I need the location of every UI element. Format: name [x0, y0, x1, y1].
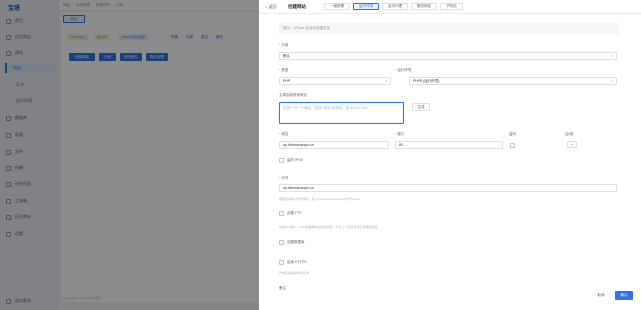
drawer-header: < 返回 创建网站 一键部署 运行环境 反向代理 静态网站 子网站: [259, 0, 641, 14]
drawer-title: 创建网站: [288, 4, 306, 9]
tab-sub-site[interactable]: 子网站: [440, 3, 463, 10]
cancel-button[interactable]: 取消: [593, 291, 609, 300]
https-column-label: 监听: [509, 132, 516, 136]
create-website-drawer: < 返回 创建网站 一键部署 运行环境 反向代理 静态网站 子网站 提示：1Pa…: [259, 0, 641, 310]
checkbox-box: [279, 260, 284, 265]
tab-reverse-proxy[interactable]: 反向代理: [382, 3, 408, 10]
generate-button[interactable]: 生成: [412, 103, 430, 111]
info-notice: 提示：1Panel 会自动创建目录: [279, 23, 619, 34]
https-checkbox[interactable]: [510, 143, 515, 148]
type-select-value: PHP: [283, 79, 291, 83]
code-input[interactable]: hp.dtmmohanym.cn: [279, 141, 389, 149]
group-select[interactable]: 默认 ▾: [279, 52, 617, 60]
ipv6-checkbox[interactable]: 监听 IPV6: [279, 158, 303, 163]
port-label: *端口: [395, 132, 405, 136]
https-enable-checkbox[interactable]: 启用 HTTPS: [279, 260, 306, 265]
domain-textarea[interactable]: 支持一行一个域名，支持*.域名/泛域名，如 a.b.c / *.b.c: [279, 102, 404, 124]
group-label: *分组: [279, 43, 289, 47]
runtime-select[interactable]: PHP8 (运行环境) ▾: [409, 77, 617, 85]
ipv6-checkbox-label: 监听 IPV6: [287, 158, 303, 162]
type-select[interactable]: PHP ▾: [279, 77, 391, 85]
checkbox-box: [279, 158, 284, 163]
code-label: *域名: [279, 132, 289, 136]
chevron-down-icon: ▾: [611, 54, 613, 58]
group-select-value: 默认: [283, 53, 290, 58]
database-checkbox-label: 创建数据库: [287, 240, 305, 244]
remark-label: 备注: [279, 286, 286, 290]
ftp-checkbox-label: 创建 FTP: [287, 211, 302, 215]
alias-hint: 网站目录将以代号命名，如 /opt/1panel/www/sites/代号/in…: [279, 197, 360, 201]
https-enable-label: 启用 HTTPS: [287, 260, 307, 264]
chevron-down-icon: ▾: [611, 79, 613, 83]
checkbox-box: [279, 240, 284, 245]
website-type-tabs: 一键部署 运行环境 反向代理 静态网站 子网站: [324, 3, 463, 10]
tab-one-click-deploy[interactable]: 一键部署: [324, 3, 350, 10]
ftp-checkbox[interactable]: 创建 FTP: [279, 211, 302, 216]
listen-label: 加/减: [565, 132, 573, 136]
port-input[interactable]: 80: [395, 141, 503, 149]
alias-input[interactable]: hp.dtmmohanym.cn: [279, 184, 617, 192]
type-label: *类型: [279, 68, 289, 72]
runtime-select-value: PHP8 (运行环境): [413, 78, 440, 83]
chevron-down-icon: ▾: [385, 79, 387, 83]
tab-static-site[interactable]: 静态网站: [411, 3, 437, 10]
domain-label: 主域名和其他域名: [279, 93, 307, 97]
database-checkbox[interactable]: 创建数据库: [279, 240, 305, 245]
https-hint: 开启后将自动申请证书: [279, 271, 310, 275]
add-port-button[interactable]: +: [567, 141, 577, 148]
ftp-hint: 创建FTP账户，FTP将被限制在网站目录，不可上一层目录访问请谨慎设置: [279, 225, 378, 229]
checkbox-box: [279, 211, 284, 216]
alias-label: *代号: [279, 176, 289, 180]
back-button[interactable]: < 返回: [265, 4, 276, 10]
tab-runtime[interactable]: 运行环境: [353, 3, 379, 10]
confirm-button[interactable]: 确认: [615, 291, 633, 300]
runtime-label: *运行环境: [395, 68, 412, 72]
